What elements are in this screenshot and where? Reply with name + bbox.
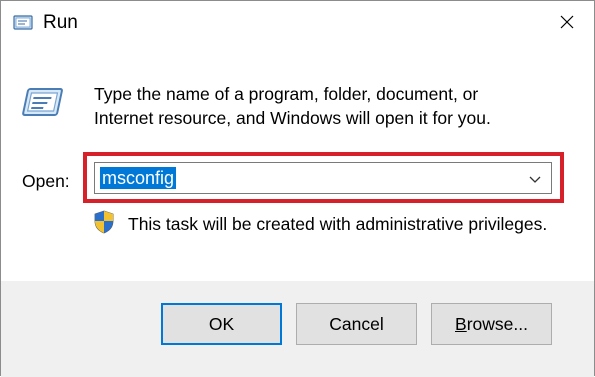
- button-bar: OK Cancel Browse...: [1, 281, 594, 377]
- browse-label-rest: rowse...: [466, 313, 528, 334]
- dialog-description: Type the name of a program, folder, docu…: [94, 82, 564, 130]
- cancel-button[interactable]: Cancel: [296, 303, 417, 345]
- ok-button[interactable]: OK: [161, 303, 282, 345]
- uac-shield-icon: [94, 210, 114, 234]
- run-dialog: Run Type the name of a program, folder, …: [0, 0, 595, 377]
- close-icon: [560, 15, 574, 29]
- run-app-icon: [13, 13, 35, 33]
- title-bar[interactable]: Run: [1, 1, 594, 45]
- admin-privileges-notice: This task will be created with administr…: [128, 214, 548, 234]
- window-title: Run: [43, 12, 78, 33]
- browse-button[interactable]: Browse...: [431, 303, 552, 345]
- browse-accelerator: B: [455, 313, 467, 334]
- open-label: Open:: [22, 171, 70, 191]
- description-line-2: Internet resource, and Windows will open…: [94, 108, 491, 128]
- close-button[interactable]: [554, 9, 580, 35]
- open-input-value[interactable]: msconfig: [100, 167, 177, 189]
- chevron-down-icon[interactable]: [527, 171, 543, 187]
- description-line-1: Type the name of a program, folder, docu…: [94, 84, 479, 104]
- dialog-body: Type the name of a program, folder, docu…: [1, 45, 594, 281]
- run-program-icon: [19, 81, 65, 127]
- open-combobox[interactable]: msconfig: [94, 162, 552, 194]
